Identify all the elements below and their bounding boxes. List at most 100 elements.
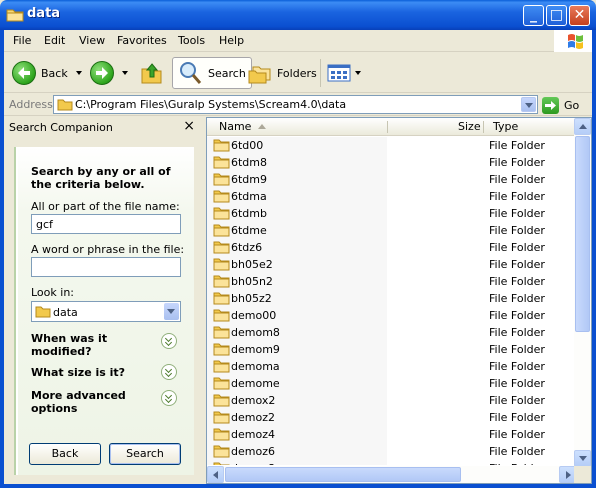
- back-dropdown-icon[interactable]: [75, 71, 82, 75]
- minimize-button[interactable]: _: [523, 5, 544, 26]
- column-name[interactable]: Name: [219, 120, 251, 133]
- column-separator[interactable]: [387, 121, 388, 133]
- menu-help[interactable]: Help: [219, 34, 244, 47]
- file-row[interactable]: 6tdz6 File Folder: [207, 239, 576, 256]
- address-bar: Address C:\Program Files\Guralp Systems\…: [4, 94, 592, 116]
- back-button[interactable]: Back: [12, 57, 82, 89]
- size-option[interactable]: What size is it?: [31, 366, 171, 379]
- up-folder-icon: [141, 63, 162, 84]
- menu-bar: File Edit View Favorites Tools Help: [4, 30, 592, 52]
- expand-when-icon[interactable]: [161, 333, 177, 349]
- forward-dropdown-icon[interactable]: [122, 71, 128, 75]
- address-dropdown-icon[interactable]: [521, 97, 536, 112]
- scroll-left-button[interactable]: [207, 466, 224, 483]
- file-row[interactable]: bh05z2 File Folder: [207, 290, 576, 307]
- file-name: bh05e2: [231, 258, 273, 271]
- file-name: demoz6: [231, 445, 275, 458]
- file-type: File Folder: [489, 139, 545, 152]
- folder-icon: [213, 343, 230, 356]
- file-row[interactable]: demom8 File Folder: [207, 324, 576, 341]
- file-type: File Folder: [489, 156, 545, 169]
- views-button[interactable]: [327, 57, 361, 89]
- file-row[interactable]: demo00 File Folder: [207, 307, 576, 324]
- file-name: demome: [231, 377, 280, 390]
- file-row[interactable]: demoz4 File Folder: [207, 426, 576, 443]
- file-name: demox2: [231, 394, 276, 407]
- file-row[interactable]: demoz8 File Folder: [207, 460, 576, 465]
- search-toolbar-button[interactable]: Search: [172, 57, 252, 89]
- close-button[interactable]: ✕: [569, 5, 590, 26]
- phrase-input[interactable]: [31, 257, 181, 277]
- file-row[interactable]: 6tdme File Folder: [207, 222, 576, 239]
- file-type: File Folder: [489, 292, 545, 305]
- folder-icon: [213, 428, 230, 441]
- file-type: File Folder: [489, 377, 545, 390]
- horizontal-scrollbar[interactable]: [207, 466, 576, 483]
- expand-size-icon[interactable]: [161, 364, 177, 380]
- search-companion-pane: Search Companion × Search by any or all …: [4, 117, 202, 484]
- folder-icon: [6, 9, 24, 22]
- maximize-button[interactable]: □: [546, 5, 567, 26]
- file-row[interactable]: demoz6 File Folder: [207, 443, 576, 460]
- file-name: demoz8: [231, 462, 275, 465]
- file-list: Name Size Type 6td00 File Folder 6tdm8 File…: [206, 117, 592, 484]
- scroll-up-button[interactable]: [574, 118, 591, 135]
- title-bar[interactable]: data _ □ ✕: [0, 0, 596, 30]
- when-modified-option[interactable]: When was it modified?: [31, 332, 171, 358]
- file-row[interactable]: bh05n2 File Folder: [207, 273, 576, 290]
- toolbar: Back Search Folders: [4, 53, 592, 93]
- file-rows: 6td00 File Folder 6tdm8 File Folder 6tdm9 Fil…: [207, 137, 576, 465]
- file-row[interactable]: demom9 File Folder: [207, 341, 576, 358]
- file-name: demoz4: [231, 428, 275, 441]
- file-row[interactable]: 6tdma File Folder: [207, 188, 576, 205]
- back-pane-button[interactable]: Back: [29, 443, 101, 465]
- minimize-icon: _: [530, 7, 537, 23]
- file-name: demoz2: [231, 411, 275, 424]
- address-folder-icon: [57, 99, 73, 111]
- phrase-label: A word or phrase in the file:: [31, 243, 185, 256]
- file-row[interactable]: demox2 File Folder: [207, 392, 576, 409]
- forward-button[interactable]: [90, 57, 128, 89]
- sort-ascending-icon: [258, 124, 266, 129]
- menu-favorites[interactable]: Favorites: [117, 34, 167, 47]
- file-row[interactable]: demome File Folder: [207, 375, 576, 392]
- column-type[interactable]: Type: [493, 120, 518, 133]
- file-row[interactable]: 6tdm8 File Folder: [207, 154, 576, 171]
- lookin-folder-icon: [35, 306, 51, 318]
- search-label: Search: [208, 66, 246, 80]
- folder-icon: [213, 156, 230, 169]
- file-row[interactable]: 6tdmb File Folder: [207, 205, 576, 222]
- file-row[interactable]: 6tdm9 File Folder: [207, 171, 576, 188]
- scroll-down-button[interactable]: [574, 450, 591, 467]
- column-separator[interactable]: [483, 121, 484, 133]
- expand-advanced-icon[interactable]: [161, 390, 177, 406]
- menu-tools[interactable]: Tools: [178, 34, 205, 47]
- column-size[interactable]: Size: [458, 120, 481, 133]
- filename-input[interactable]: gcf: [31, 214, 181, 234]
- horizontal-scroll-thumb[interactable]: [225, 467, 461, 482]
- folders-button[interactable]: Folders: [248, 57, 317, 89]
- go-button[interactable]: Go: [542, 95, 579, 115]
- folder-icon: [213, 445, 230, 458]
- up-folder-button[interactable]: [141, 57, 163, 89]
- file-row[interactable]: 6td00 File Folder: [207, 137, 576, 154]
- vertical-scrollbar[interactable]: [574, 118, 591, 467]
- address-field[interactable]: C:\Program Files\Guralp Systems\Scream4.…: [53, 95, 538, 114]
- vertical-scroll-thumb[interactable]: [575, 136, 590, 332]
- search-pane-header: Search Companion ×: [4, 117, 202, 137]
- file-row[interactable]: bh05e2 File Folder: [207, 256, 576, 273]
- views-dropdown-icon[interactable]: [355, 71, 361, 75]
- file-row[interactable]: demoz2 File Folder: [207, 409, 576, 426]
- folder-icon: [213, 190, 230, 203]
- menu-edit[interactable]: Edit: [44, 34, 65, 47]
- file-type: File Folder: [489, 173, 545, 186]
- menu-file[interactable]: File: [13, 34, 31, 47]
- lookin-dropdown-icon[interactable]: [164, 303, 179, 320]
- search-button[interactable]: Search: [109, 443, 181, 465]
- file-row[interactable]: demoma File Folder: [207, 358, 576, 375]
- close-pane-icon[interactable]: ×: [183, 118, 195, 134]
- lookin-select[interactable]: data: [31, 301, 181, 322]
- menu-view[interactable]: View: [79, 34, 105, 47]
- folder-icon: [213, 224, 230, 237]
- advanced-option[interactable]: More advanced options: [31, 389, 171, 415]
